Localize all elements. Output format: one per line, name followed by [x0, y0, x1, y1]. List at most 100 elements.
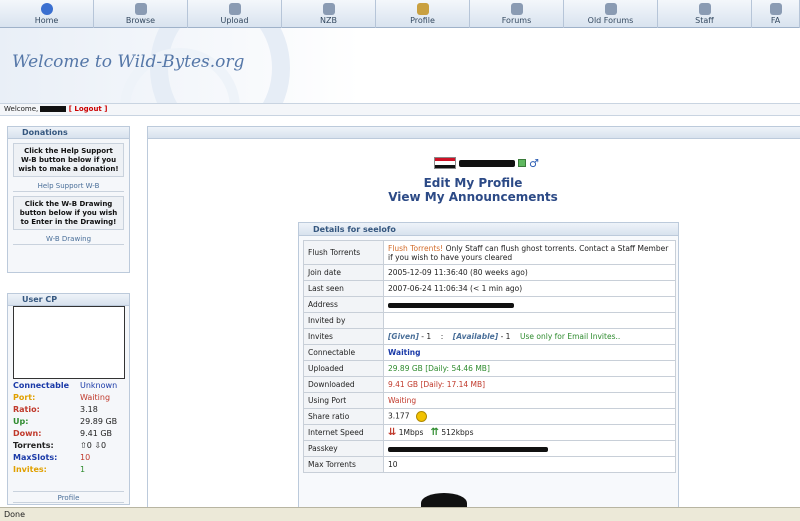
user-cp-title: User CP	[8, 294, 129, 306]
available-invites-link[interactable]: [Available]	[453, 332, 498, 341]
table-row: Last seen 2007-06-24 11:06:34 (< 1 min a…	[303, 280, 676, 297]
stat-label: Torrents:	[13, 441, 54, 450]
nav-label: Old Forums	[587, 16, 634, 25]
stat-value: 1	[80, 465, 86, 474]
stat-value: ⇧0 ⇩0	[80, 441, 107, 450]
row-key: Join date	[303, 264, 384, 281]
flush-torrents-link[interactable]: Flush Torrents!	[388, 244, 443, 253]
stat-row: MaxSlots: 10	[13, 453, 125, 465]
nav-profile[interactable]: Profile	[376, 0, 470, 28]
table-row: Downloaded 9.41 GB [Daily: 17.14 MB]	[303, 376, 676, 393]
table-row: Invited by	[303, 312, 676, 329]
help-support-link[interactable]: Help Support W-B	[13, 180, 124, 192]
logout-link[interactable]: [ Logout ]	[69, 105, 108, 113]
row-key: Flush Torrents	[303, 240, 384, 265]
stat-value: 10	[80, 453, 91, 462]
nzb-icon	[322, 3, 335, 15]
nav-label: FA	[770, 16, 781, 25]
avatar	[13, 306, 125, 379]
table-row: Connectable Waiting	[303, 344, 676, 361]
stat-row: Up: 29.89 GB	[13, 417, 125, 429]
stat-row: Invites: 1	[13, 465, 125, 477]
downloaded-value: 9.41 GB	[388, 380, 419, 389]
faq-icon	[769, 3, 782, 15]
user-stats: Connectable Unknown Port: Waiting Ratio: 3.18…	[13, 381, 125, 477]
download-speed: 1Mbps	[398, 428, 424, 437]
upload-icon	[228, 3, 241, 15]
stat-row: Torrents: ⇧0 ⇩0	[13, 441, 125, 453]
details-title: Details for seelofo	[299, 223, 678, 236]
row-value: 3.177	[383, 408, 676, 425]
stat-row: Port: Waiting	[13, 393, 125, 405]
table-row: Passkey	[303, 440, 676, 457]
row-key: Connectable	[303, 344, 384, 361]
row-value	[383, 312, 676, 329]
row-key: Last seen	[303, 280, 384, 297]
view-announcements-link[interactable]: View My Announcements	[148, 190, 798, 204]
table-row: Max Torrents 10	[303, 456, 676, 473]
smiley-icon	[415, 411, 427, 422]
row-value	[383, 440, 676, 457]
nav-label: Profile	[410, 16, 435, 25]
main-content: ♂ Edit My Profile View My Announcements …	[147, 126, 800, 517]
row-key: Uploaded	[303, 360, 384, 377]
stat-label: Invites:	[13, 465, 47, 474]
nav-label: Upload	[220, 16, 249, 25]
profile-icon	[416, 3, 429, 15]
row-key: Passkey	[303, 440, 384, 457]
stat-row: Down: 9.41 GB	[13, 429, 125, 441]
redacted-address	[388, 302, 514, 308]
forums-icon	[510, 3, 523, 15]
nav-forums[interactable]: Forums	[470, 0, 564, 28]
welcome-bar: Welcome, [ Logout ]	[0, 103, 800, 116]
row-value: [Given] - 1 : [Available] - 1 Use only f…	[383, 328, 676, 345]
profile-link[interactable]: Profile	[13, 491, 124, 503]
details-table: Flush Torrents Flush Torrents! Only Staf…	[303, 240, 676, 473]
stat-row: Connectable Unknown	[13, 381, 125, 393]
row-value	[383, 296, 676, 313]
invite-note: Use only for Email Invites..	[520, 332, 621, 341]
nav-browse[interactable]: Browse	[94, 0, 188, 28]
row-key: Invites	[303, 328, 384, 345]
stat-value: 29.89 GB	[80, 417, 118, 426]
downloaded-daily: [Daily: 17.14 MB]	[420, 380, 486, 389]
status-text: Done	[4, 510, 26, 519]
row-value: Waiting	[383, 392, 676, 409]
upload-speed: 512kbps	[441, 428, 474, 437]
stat-value: Waiting	[80, 393, 111, 402]
row-key: Share ratio	[303, 408, 384, 425]
edit-profile-link[interactable]: Edit My Profile	[148, 176, 798, 190]
row-value: 9.41 GB [Daily: 17.14 MB]	[383, 376, 676, 393]
stat-label: Up:	[13, 417, 29, 426]
nav-label: Staff	[695, 16, 714, 25]
nav-nzb[interactable]: NZB	[282, 0, 376, 28]
table-row: Join date 2005-12-09 11:36:40 (80 weeks …	[303, 264, 676, 281]
stat-label: Connectable	[13, 381, 70, 390]
nav-staff[interactable]: Staff	[658, 0, 752, 28]
drawing-link[interactable]: W-B Drawing	[13, 233, 124, 245]
stat-value: 9.41 GB	[80, 429, 113, 438]
nav-upload[interactable]: Upload	[188, 0, 282, 28]
row-key: Invited by	[303, 312, 384, 329]
share-ratio-value: 3.177	[388, 411, 410, 421]
nav-label: NZB	[320, 16, 337, 25]
details-panel: Details for seelofo Flush Torrents Flush…	[298, 222, 679, 517]
nav-home[interactable]: Home	[0, 0, 94, 28]
site-banner: Welcome to Wild-Bytes.org	[0, 28, 800, 104]
given-invites-link[interactable]: [Given]	[388, 332, 419, 341]
welcome-text: Welcome,	[4, 105, 39, 113]
online-status-icon	[518, 159, 526, 167]
main-header-bar	[148, 127, 800, 139]
stat-row: Ratio: 3.18	[13, 405, 125, 417]
stat-label: Port:	[13, 393, 36, 402]
nav-faq[interactable]: FA	[752, 0, 800, 28]
table-row: Address	[303, 296, 676, 313]
row-key: Internet Speed	[303, 424, 384, 441]
table-row: Flush Torrents Flush Torrents! Only Staf…	[303, 240, 676, 265]
stat-label: Down:	[13, 429, 42, 438]
donations-title: Donations	[8, 127, 129, 139]
row-value: 29.89 GB [Daily: 54.46 MB]	[383, 360, 676, 377]
table-row: Share ratio 3.177	[303, 408, 676, 425]
nav-label: Home	[34, 16, 59, 25]
nav-old-forums[interactable]: Old Forums	[564, 0, 658, 28]
